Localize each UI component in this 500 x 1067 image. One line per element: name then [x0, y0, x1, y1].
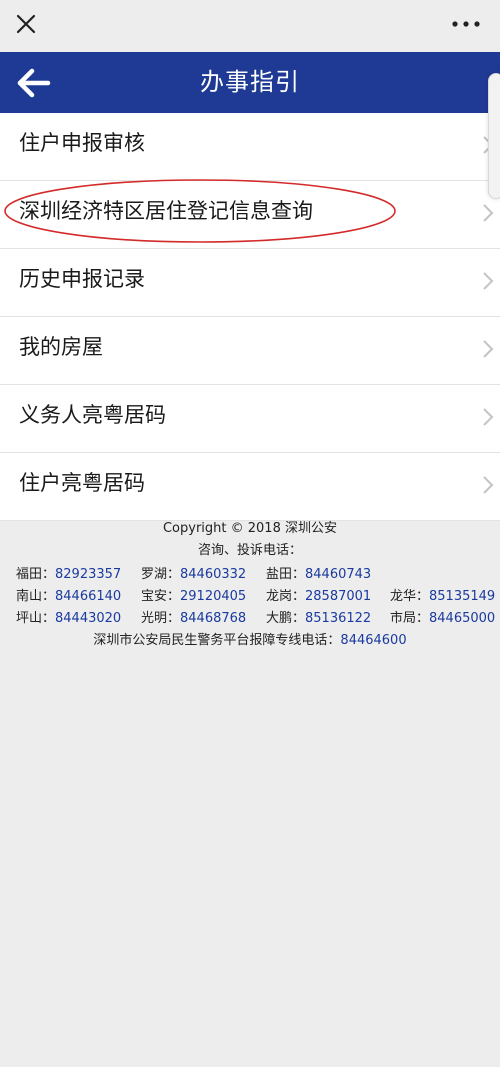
district-name: 龙华： — [390, 589, 430, 604]
side-drag-handle[interactable] — [488, 73, 500, 199]
phone-number[interactable]: 84460332 — [180, 567, 246, 582]
district-name: 市局： — [390, 611, 430, 626]
district-phone-entry: 南山：84466140 — [16, 586, 121, 608]
district-name: 龙岗： — [266, 589, 306, 604]
menu-item-label: 住户申报审核 — [19, 131, 145, 155]
menu-item-label: 义务人亮粤居码 — [19, 403, 166, 427]
consult-label: 咨询、投诉电话： — [197, 543, 302, 558]
district-phone-entry: 大鹏：85136122 — [266, 608, 371, 630]
more-options-button[interactable] — [446, 8, 486, 40]
phone-number[interactable]: 29120405 — [180, 589, 246, 604]
menu-item-label: 深圳经济特区居住登记信息查询 — [19, 199, 313, 223]
menu-item-history-records[interactable]: 历史申报记录 — [0, 249, 500, 317]
chevron-right-icon — [483, 476, 494, 494]
menu-item-label: 历史申报记录 — [19, 267, 145, 291]
menu-item-resident-code[interactable]: 住户亮粤居码 — [0, 453, 500, 521]
district-name: 罗湖： — [141, 567, 181, 582]
chevron-right-icon — [483, 204, 494, 222]
phone-number[interactable]: 84443020 — [55, 611, 121, 626]
guide-menu-list: 住户申报审核 深圳经济特区居住登记信息查询 历史申报记录 我的房屋 义务人亮粤居… — [0, 113, 500, 521]
phone-row: 南山：84466140 宝安：29120405 龙岗：28587001 龙华：8… — [0, 586, 500, 608]
district-phone-entry: 龙岗：28587001 — [266, 586, 371, 608]
district-name: 福田： — [16, 567, 56, 582]
phone-number[interactable]: 82923357 — [55, 567, 121, 582]
window-top-bar — [0, 0, 500, 52]
arrow-left-icon — [17, 68, 51, 98]
phone-number[interactable]: 85135149 — [429, 589, 495, 604]
menu-item-residence-registration-query[interactable]: 深圳经济特区居住登记信息查询 — [0, 181, 500, 249]
district-name: 坪山： — [16, 611, 56, 626]
district-phone-grid: 福田：82923357 罗湖：84460332 盐田：84460743 南山：8… — [0, 564, 500, 630]
close-icon — [16, 14, 36, 34]
district-name: 南山： — [16, 589, 56, 604]
district-name: 光明： — [141, 611, 181, 626]
phone-number[interactable]: 84466140 — [55, 589, 121, 604]
chevron-right-icon — [483, 272, 494, 290]
page-title: 办事指引 — [200, 68, 300, 96]
district-name: 宝安： — [141, 589, 181, 604]
district-phone-entry: 宝安：29120405 — [141, 586, 246, 608]
menu-item-label: 住户亮粤居码 — [19, 471, 145, 495]
menu-item-obligor-code[interactable]: 义务人亮粤居码 — [0, 385, 500, 453]
back-button[interactable] — [12, 61, 56, 105]
hotline-line: 深圳市公安局民生警务平台报障专线电话：84464600 — [0, 630, 500, 652]
district-phone-entry: 罗湖：84460332 — [141, 564, 246, 586]
district-phone-entry: 盐田：84460743 — [266, 564, 371, 586]
district-phone-entry: 光明：84468768 — [141, 608, 246, 630]
district-phone-entry: 福田：82923357 — [16, 564, 121, 586]
phone-number[interactable]: 84460743 — [305, 567, 371, 582]
more-dots-icon — [452, 21, 480, 27]
phone-row: 福田：82923357 罗湖：84460332 盐田：84460743 — [0, 564, 500, 586]
district-phone-entry: 龙华：85135149 — [390, 586, 495, 608]
district-phone-entry: 坪山：84443020 — [16, 608, 121, 630]
phone-row: 坪山：84443020 光明：84468768 大鹏：85136122 市局：8… — [0, 608, 500, 630]
page-header: 办事指引 — [0, 52, 500, 113]
district-name: 盐田： — [266, 567, 306, 582]
footer: Copyright © 2018 深圳公安 咨询、投诉电话： 福田：829233… — [0, 518, 500, 652]
copyright-text: Copyright © 2018 深圳公安 — [162, 521, 337, 536]
chevron-right-icon — [483, 340, 494, 358]
hotline-phone-number[interactable]: 84464600 — [340, 633, 406, 648]
chevron-right-icon — [483, 408, 494, 426]
district-phone-entry: 市局：84465000 — [390, 608, 495, 630]
menu-item-resident-review[interactable]: 住户申报审核 — [0, 113, 500, 181]
menu-item-my-house[interactable]: 我的房屋 — [0, 317, 500, 385]
phone-number[interactable]: 84468768 — [180, 611, 246, 626]
close-button[interactable] — [10, 8, 42, 40]
district-name: 大鹏： — [266, 611, 306, 626]
phone-number[interactable]: 85136122 — [305, 611, 371, 626]
phone-number[interactable]: 28587001 — [305, 589, 371, 604]
hotline-label: 深圳市公安局民生警务平台报障专线电话： — [93, 633, 341, 648]
menu-item-label: 我的房屋 — [19, 335, 103, 359]
phone-number[interactable]: 84465000 — [429, 611, 495, 626]
